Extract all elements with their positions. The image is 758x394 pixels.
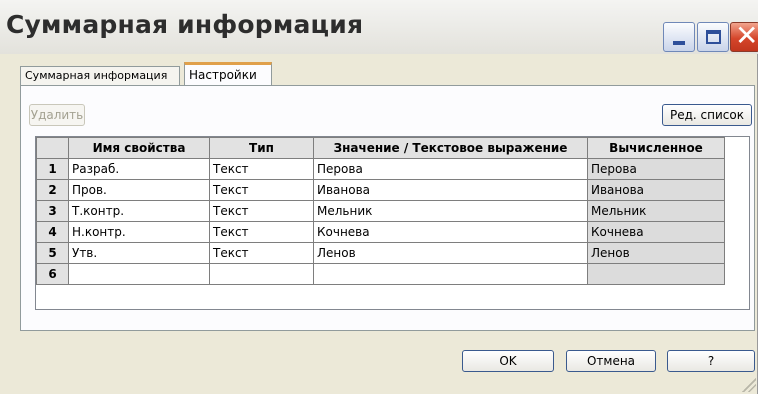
resize-grip-icon[interactable] [742,378,756,392]
property-name-cell[interactable] [68,263,210,285]
property-type-cell[interactable]: Текст [209,200,314,222]
edit-list-button[interactable]: Ред. список [662,104,752,126]
table-row[interactable]: 3 Т.контр. Текст Мельник Мельник [36,200,725,222]
window-title: Суммарная информация [6,10,364,39]
property-name-cell[interactable]: Разраб. [68,158,210,180]
property-value-cell[interactable]: Кочнева [313,221,588,243]
computed-value-cell: Ленов [587,242,725,264]
title-bar[interactable]: Суммарная информация ✕ [0,0,758,54]
column-header-computed[interactable]: Вычисленное [587,137,725,159]
property-value-cell[interactable]: Иванова [313,179,588,201]
close-button[interactable]: ✕ [730,19,758,52]
column-header-value[interactable]: Значение / Текстовое выражение [313,137,588,159]
delete-button[interactable]: Удалить [29,104,85,126]
minimize-button[interactable] [663,22,695,52]
properties-table: Имя свойства Тип Значение / Текстовое вы… [36,137,725,285]
table-row[interactable]: 4 Н.контр. Текст Кочнева Кочнева [36,221,725,243]
row-number[interactable]: 2 [36,179,69,201]
settings-panel: Удалить Ред. список Имя свойства Тип Зна… [20,85,755,331]
row-number[interactable]: 6 [36,263,69,285]
row-number[interactable]: 1 [36,158,69,180]
maximize-button[interactable] [697,22,729,52]
computed-value-cell: Иванова [587,179,725,201]
tab-settings[interactable]: Настройки [184,62,272,86]
property-value-cell[interactable]: Мельник [313,200,588,222]
cancel-button[interactable]: Отмена [566,350,656,372]
property-name-cell[interactable]: Т.контр. [68,200,210,222]
row-number-header [36,137,69,159]
properties-grid: Имя свойства Тип Значение / Текстовое вы… [35,136,750,310]
dialog-window: Суммарная информация ✕ Суммарная информа… [0,0,758,394]
column-header-name[interactable]: Имя свойства [68,137,210,159]
property-name-cell[interactable]: Утв. [68,242,210,264]
property-type-cell[interactable] [209,263,314,285]
row-number[interactable]: 5 [36,242,69,264]
property-type-cell[interactable]: Текст [209,179,314,201]
help-button[interactable]: ? [667,350,755,372]
maximize-icon [706,30,721,44]
property-value-cell[interactable]: Перова [313,158,588,180]
column-header-type[interactable]: Тип [209,137,314,159]
property-name-cell[interactable]: Н.контр. [68,221,210,243]
property-value-cell[interactable]: Ленов [313,242,588,264]
ok-button[interactable]: OK [462,350,554,372]
computed-value-cell: Кочнева [587,221,725,243]
table-row[interactable]: 5 Утв. Текст Ленов Ленов [36,242,725,264]
table-row[interactable]: 6 [36,263,725,285]
row-number[interactable]: 3 [36,200,69,222]
table-row[interactable]: 1 Разраб. Текст Перова Перова [36,158,725,180]
property-name-cell[interactable]: Пров. [68,179,210,201]
minimize-icon [673,41,685,45]
row-number[interactable]: 4 [36,221,69,243]
computed-value-cell: Перова [587,158,725,180]
property-type-cell[interactable]: Текст [209,242,314,264]
table-row[interactable]: 2 Пров. Текст Иванова Иванова [36,179,725,201]
tab-summary[interactable]: Суммарная информация [20,66,180,86]
computed-value-cell [587,263,725,285]
property-type-cell[interactable]: Текст [209,158,314,180]
property-value-cell[interactable] [313,263,588,285]
table-header-row: Имя свойства Тип Значение / Текстовое вы… [36,137,725,159]
property-type-cell[interactable]: Текст [209,221,314,243]
computed-value-cell: Мельник [587,200,725,222]
close-icon: ✕ [735,19,758,52]
